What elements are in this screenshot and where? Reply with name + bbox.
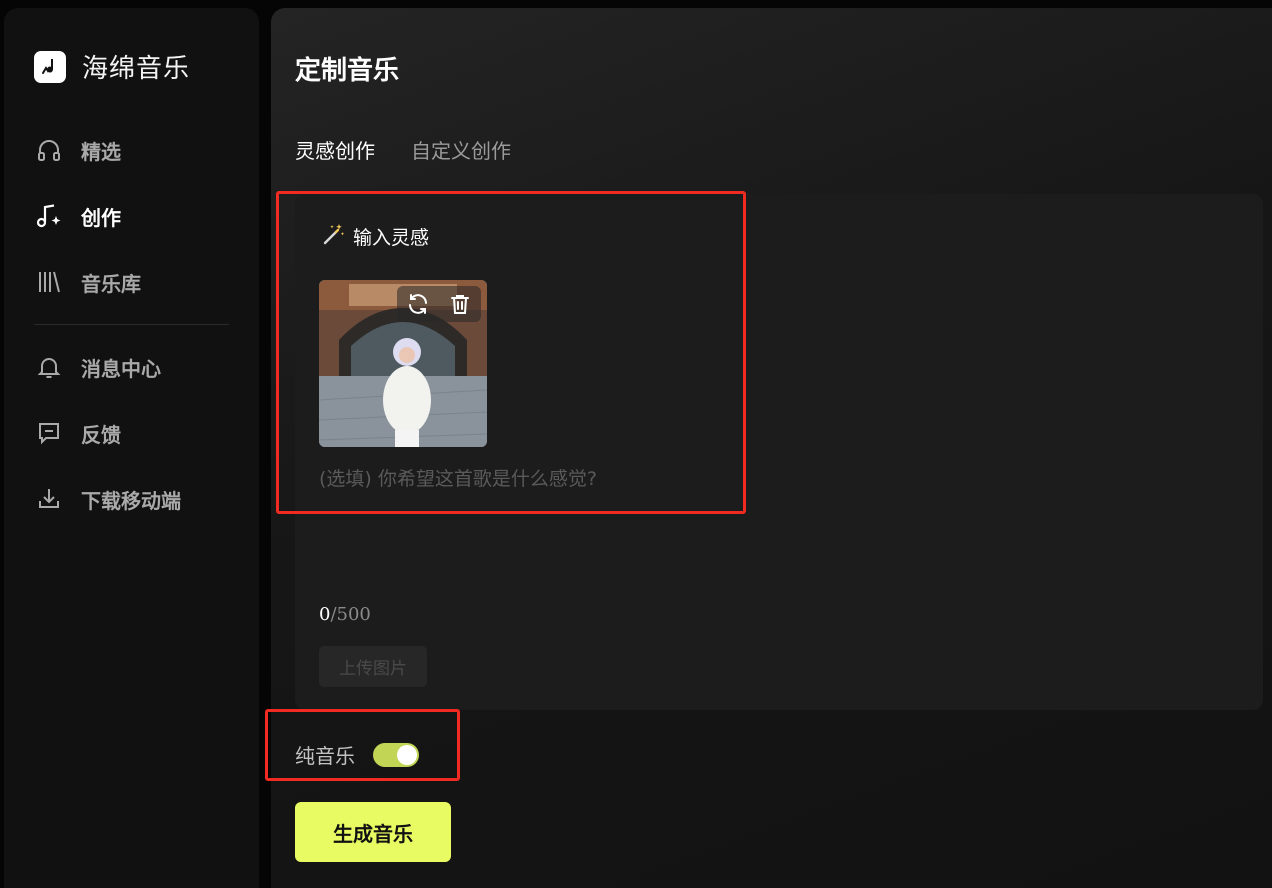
feedback-icon <box>34 418 64 448</box>
nav-divider <box>34 324 229 325</box>
inspiration-input-card: 输入灵感 (选填) 你希望这首歌是什么感觉? 0/500 上传图片 <box>295 194 1263 710</box>
tab-custom[interactable]: 自定义创作 <box>411 135 511 164</box>
main-panel: 定制音乐 灵感创作 自定义创作 输入灵感 (选填) 你希望这首歌是什么感觉? 0… <box>271 8 1272 888</box>
toggle-knob <box>397 744 417 765</box>
uploaded-image-thumbnail[interactable] <box>319 280 487 447</box>
page-title: 定制音乐 <box>295 56 400 86</box>
nav-item-label: 反馈 <box>81 422 121 447</box>
nav-item-label: 音乐库 <box>81 271 141 296</box>
upload-image-button[interactable]: 上传图片 <box>319 646 427 687</box>
nav-item-featured[interactable]: 精选 <box>34 117 239 183</box>
generate-music-button[interactable]: 生成音乐 <box>295 802 451 862</box>
primary-nav: 精选 创作 音乐库 消息中心 反馈 下载移动端 <box>34 117 239 532</box>
nav-item-label: 消息中心 <box>81 356 161 381</box>
card-title: 输入灵感 <box>353 226 430 249</box>
magic-wand-icon <box>321 222 345 250</box>
instrumental-toggle[interactable] <box>373 742 419 767</box>
tab-bar: 灵感创作 自定义创作 <box>295 135 547 164</box>
sidebar: 海绵音乐 精选 创作 音乐库 消息中心 反馈 下载移动端 <box>4 8 259 888</box>
app-name: 海绵音乐 <box>82 54 191 84</box>
nav-item-label: 下载移动端 <box>81 488 181 513</box>
headphones-icon <box>34 135 64 165</box>
nav-item-feedback[interactable]: 反馈 <box>34 400 239 466</box>
instrumental-label: 纯音乐 <box>295 744 355 768</box>
card-header: 输入灵感 <box>321 222 429 250</box>
instrumental-toggle-row: 纯音乐 <box>295 740 419 769</box>
tab-inspiration[interactable]: 灵感创作 <box>295 135 375 164</box>
nav-item-create[interactable]: 创作 <box>34 183 239 249</box>
music-sparkle-icon <box>34 201 64 231</box>
image-action-bar <box>397 286 481 322</box>
char-counter: 0/500 <box>319 604 371 625</box>
char-max: /500 <box>330 604 371 625</box>
nav-item-messages[interactable]: 消息中心 <box>34 334 239 400</box>
music-note-logo-icon <box>34 50 66 83</box>
char-count: 0 <box>319 604 331 625</box>
refresh-icon[interactable] <box>403 289 433 319</box>
trash-icon[interactable] <box>445 289 475 319</box>
download-icon <box>34 484 64 514</box>
nav-item-download[interactable]: 下载移动端 <box>34 466 239 532</box>
brand[interactable]: 海绵音乐 <box>34 48 190 85</box>
nav-item-label: 创作 <box>81 205 121 230</box>
library-icon <box>34 267 64 297</box>
inspiration-prompt-input[interactable] <box>319 464 1219 594</box>
bell-icon <box>34 352 64 382</box>
nav-item-library[interactable]: 音乐库 <box>34 249 239 315</box>
nav-item-label: 精选 <box>81 139 121 164</box>
